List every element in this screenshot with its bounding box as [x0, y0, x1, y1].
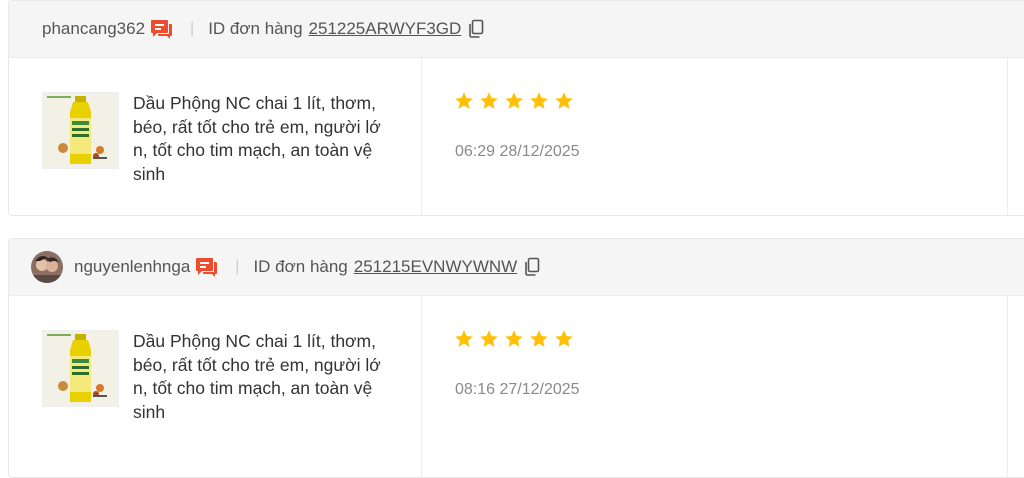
- product-thumbnail[interactable]: [42, 330, 119, 407]
- review-card: nguyenlenhnga | ID đơn hàng 251215EVNWYW…: [8, 238, 1024, 478]
- review-card-body: Dầu Phộng NC chai 1 lít, thơm, béo, rất …: [9, 58, 1024, 215]
- review-timestamp: 08:16 27/12/2025: [455, 381, 580, 398]
- star-icon: [530, 92, 548, 109]
- buyer-username[interactable]: nguyenlenhnga: [74, 257, 190, 277]
- star-icon: [530, 330, 548, 347]
- star-icon: [505, 330, 523, 347]
- star-icon: [455, 92, 473, 109]
- header-separator: |: [190, 20, 195, 37]
- review-card-header: phancang362 | ID đơn hàng 251225ARWYF3GD: [9, 1, 1024, 58]
- chat-icon[interactable]: [195, 256, 219, 278]
- copy-icon[interactable]: [524, 257, 540, 277]
- order-id-link[interactable]: 251215EVNWYWNW: [354, 257, 517, 277]
- star-rating: [454, 329, 574, 349]
- review-card: phancang362 | ID đơn hàng 251225ARWYF3GD: [8, 0, 1024, 216]
- order-id-label: ID đơn hàng: [253, 257, 348, 276]
- star-icon: [480, 92, 498, 109]
- column-divider: [1007, 296, 1008, 477]
- product-name[interactable]: Dầu Phộng NC chai 1 lít, thơm, béo, rất …: [133, 330, 383, 424]
- avatar[interactable]: [31, 251, 63, 283]
- star-icon: [455, 330, 473, 347]
- column-divider: [421, 296, 422, 477]
- review-timestamp: 06:29 28/12/2025: [455, 143, 580, 160]
- copy-icon[interactable]: [468, 19, 484, 39]
- order-id-link[interactable]: 251225ARWYF3GD: [309, 19, 462, 39]
- buyer-username[interactable]: phancang362: [42, 19, 145, 39]
- header-separator: |: [235, 258, 240, 275]
- chat-icon[interactable]: [150, 18, 174, 40]
- review-card-header: nguyenlenhnga | ID đơn hàng 251215EVNWYW…: [9, 239, 1024, 296]
- column-divider: [421, 58, 422, 215]
- star-rating: [454, 91, 574, 111]
- star-icon: [505, 92, 523, 109]
- order-id-label: ID đơn hàng: [208, 19, 303, 38]
- review-card-body: Dầu Phộng NC chai 1 lít, thơm, béo, rất …: [9, 296, 1024, 477]
- star-icon: [555, 330, 573, 347]
- star-icon: [555, 92, 573, 109]
- product-name[interactable]: Dầu Phộng NC chai 1 lít, thơm, béo, rất …: [133, 92, 383, 186]
- star-icon: [480, 330, 498, 347]
- product-thumbnail[interactable]: [42, 92, 119, 169]
- column-divider: [1007, 58, 1008, 215]
